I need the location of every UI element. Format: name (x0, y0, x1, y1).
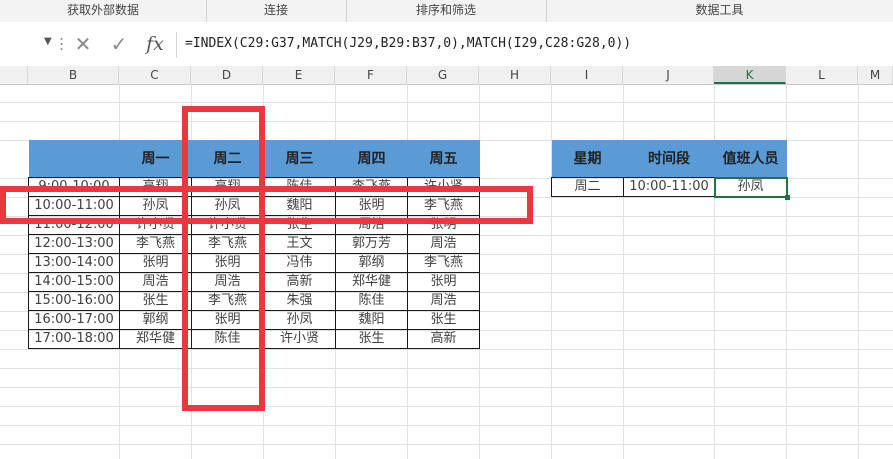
time-cell[interactable]: 13:00-14:00 (28, 253, 120, 273)
time-cell[interactable]: 12:00-13:00 (28, 234, 120, 254)
select-all-corner[interactable] (0, 66, 28, 84)
weekday-cell[interactable]: 周二 (551, 177, 624, 197)
column-header-j[interactable]: J (623, 66, 714, 84)
header-cell[interactable]: 周五 (407, 140, 480, 178)
insert-function-button[interactable]: fx (142, 31, 168, 57)
formula-bar: ▼ ✕ ✓ fx =INDEX(C29:G37,MATCH(J29,B29:B3… (0, 22, 893, 67)
table-cell[interactable]: 高新 (407, 329, 480, 349)
table-cell[interactable]: 张生 (335, 329, 408, 349)
table-cell[interactable]: 王文 (263, 234, 336, 254)
cancel-icon[interactable]: ✕ (70, 31, 96, 57)
table-cell[interactable]: 张生 (407, 310, 480, 330)
time-cell[interactable]: 14:00-15:00 (28, 272, 120, 292)
active-cell-selection (714, 177, 788, 198)
lookup-header-row: 星期 时间段 值班人员 (551, 140, 787, 178)
column-header-b[interactable]: B (28, 66, 119, 84)
column-header-k[interactable]: K (714, 66, 786, 84)
table-cell[interactable]: 高新 (263, 272, 336, 292)
table-cell[interactable]: 周浩 (407, 291, 480, 311)
table-cell[interactable]: 孙凤 (263, 310, 336, 330)
table-cell[interactable]: 郭纲 (119, 310, 192, 330)
table-cell[interactable]: 许小贤 (263, 329, 336, 349)
table-cell[interactable]: 郑华健 (119, 329, 192, 349)
table-cell[interactable]: 李飞燕 (407, 253, 480, 273)
table-cell[interactable]: 张明 (119, 253, 192, 273)
ribbon-group-connections: 连接 (206, 0, 347, 22)
header-cell[interactable]: 周一 (119, 140, 192, 178)
column-header-e[interactable]: E (263, 66, 335, 84)
table-cell[interactable]: 周浩 (119, 272, 192, 292)
highlight-column-box (182, 106, 265, 411)
table-cell[interactable]: 郑华健 (335, 272, 408, 292)
column-header-c[interactable]: C (119, 66, 191, 84)
table-cell[interactable]: 张生 (119, 291, 192, 311)
header-cell[interactable]: 周三 (263, 140, 336, 178)
table-cell[interactable]: 郭纲 (335, 253, 408, 273)
header-cell[interactable]: 时间段 (623, 140, 715, 178)
table-cell[interactable]: 陈佳 (335, 291, 408, 311)
time-cell[interactable]: 16:00-17:00 (28, 310, 120, 330)
column-header-row: B C D E F G H I J K L M (0, 66, 893, 85)
ribbon-group-get-external-data: 获取外部数据 (0, 0, 207, 22)
highlight-row-box (0, 186, 533, 224)
column-header-d[interactable]: D (191, 66, 263, 84)
header-cell[interactable]: 值班人员 (714, 140, 787, 178)
formula-bar-grip-icon[interactable] (60, 30, 63, 58)
header-cell[interactable]: 星期 (551, 140, 624, 178)
table-cell[interactable]: 冯伟 (263, 253, 336, 273)
column-header-i[interactable]: I (551, 66, 623, 84)
name-box[interactable] (0, 33, 30, 55)
fill-handle[interactable] (785, 195, 790, 200)
table-cell[interactable]: 李飞燕 (119, 234, 192, 254)
enter-icon[interactable]: ✓ (106, 31, 132, 57)
table-cell[interactable]: 郭万芳 (335, 234, 408, 254)
ribbon-group-bar: 获取外部数据 连接 排序和筛选 数据工具 (0, 0, 893, 23)
time-cell[interactable]: 17:00-18:00 (28, 329, 120, 349)
table-cell[interactable]: 张明 (407, 272, 480, 292)
header-cell[interactable] (28, 140, 120, 178)
column-header-m[interactable]: M (858, 66, 893, 84)
ribbon-group-data-tools: 数据工具 (695, 3, 744, 17)
column-header-l[interactable]: L (786, 66, 858, 84)
table-cell[interactable]: 魏阳 (335, 310, 408, 330)
header-cell[interactable]: 周四 (335, 140, 408, 178)
ribbon-group-sort-filter: 排序和筛选 (346, 0, 547, 22)
table-cell[interactable]: 周浩 (407, 234, 480, 254)
formula-input[interactable]: =INDEX(C29:G37,MATCH(J29,B29:B37,0),MATC… (185, 36, 631, 51)
column-header-h[interactable]: H (479, 66, 551, 84)
name-box-dropdown-icon[interactable]: ▼ (44, 36, 52, 47)
worksheet-grid[interactable]: 周一 周二 周三 周四 周五 9:00-10:00 高翔 高翔 陈佳 李飞燕 许小贤 10… (0, 84, 893, 459)
column-header-g[interactable]: G (407, 66, 479, 84)
column-header-f[interactable]: F (335, 66, 407, 84)
table-cell[interactable]: 朱强 (263, 291, 336, 311)
formula-bar-divider (176, 32, 177, 58)
time-slot-cell[interactable]: 10:00-11:00 (623, 177, 715, 197)
time-cell[interactable]: 15:00-16:00 (28, 291, 120, 311)
